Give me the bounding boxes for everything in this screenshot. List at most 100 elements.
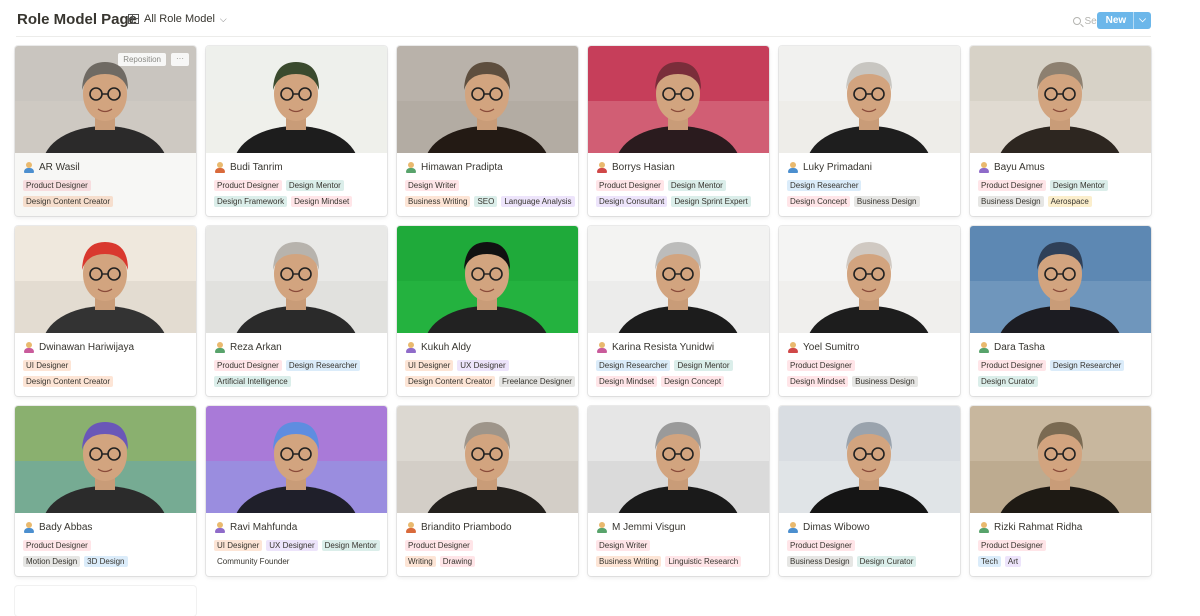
tag: Drawing <box>439 556 476 567</box>
expertise-tags: Design Mindset Design Concept <box>588 376 769 387</box>
expertise-tags: Design Framework Design Mindset <box>206 196 387 207</box>
tag: Design Curator <box>978 376 1038 387</box>
card-title-row: Dwinawan Hariwijaya <box>15 333 196 355</box>
role-tags: Design Writer <box>588 540 769 551</box>
tag: Business Writing <box>405 196 471 207</box>
card-name: Budi Tanrim <box>230 162 283 173</box>
tag: Design Content Creator <box>23 196 114 207</box>
person-icon <box>788 342 798 353</box>
tag: Design Mindset <box>596 376 658 387</box>
card-cover <box>397 406 578 513</box>
gallery-card[interactable]: Dara Tasha Product Designer Design Researc… <box>970 226 1151 396</box>
card-title-row: Yoel Sumitro <box>779 333 960 355</box>
gallery-card[interactable]: Dwinawan Hariwijaya UI Designer Design Con… <box>15 226 196 396</box>
card-title-row: AR Wasil <box>15 153 196 175</box>
tag: Product Designer <box>978 180 1046 191</box>
tag: Business Design <box>787 556 853 567</box>
tag: Tech <box>978 556 1001 567</box>
new-button-group: New ⌵ <box>1096 12 1151 29</box>
gallery-card[interactable]: Briandito Priambodo Product Designer Writi… <box>397 406 578 576</box>
gallery-card[interactable]: Budi Tanrim Product Designer Design Mentor… <box>206 46 387 216</box>
cover-photo <box>588 226 769 333</box>
tag: Design Sprint Expert <box>671 196 751 207</box>
tag: Design Curator <box>856 556 917 567</box>
card-title-row: Bayu Amus <box>970 153 1151 175</box>
gallery-card[interactable]: M Jemmi Visgun Design Writer Business Writ… <box>588 406 769 576</box>
tag: SEO <box>474 196 498 207</box>
view-switcher[interactable]: All Role Model ⌵ <box>128 13 227 25</box>
card-cover <box>779 406 960 513</box>
card-name: Kukuh Aldy <box>421 342 472 353</box>
gallery-card[interactable]: Ravi Mahfunda UI Designer UX Designer Desig… <box>206 406 387 576</box>
tag: Business Writing <box>596 556 662 567</box>
role-tags: Design Researcher <box>779 180 960 191</box>
reposition-button[interactable]: Reposition <box>118 53 166 66</box>
person-icon <box>24 162 34 173</box>
gallery-view-icon <box>128 14 139 24</box>
tag: Aerospace <box>1047 196 1092 207</box>
tag: Design Researcher <box>596 360 671 371</box>
gallery-card[interactable]: Reza Arkan Product Designer Design Researc… <box>206 226 387 396</box>
tag: Design Researcher <box>285 360 361 371</box>
card-more-icon[interactable]: ··· <box>171 53 189 66</box>
tag: UI Designer <box>23 360 72 371</box>
expertise-tags: Community Founder <box>206 556 387 567</box>
cover-photo <box>15 226 196 333</box>
new-dropdown-icon[interactable]: ⌵ <box>1133 12 1151 29</box>
card-title-row: Rizki Rahmat Ridha <box>970 513 1151 535</box>
expertise-tags: Writing Drawing <box>397 556 578 567</box>
tag: Product Designer <box>596 180 664 191</box>
gallery-card[interactable]: Yoel Sumitro Product Designer Design Minds… <box>779 226 960 396</box>
role-tags: Product Designer Design Researcher <box>206 360 387 371</box>
card-cover <box>206 406 387 513</box>
cover-photo <box>15 406 196 513</box>
tag: Design Researcher <box>787 180 862 191</box>
cover-photo <box>588 406 769 513</box>
expertise-tags: Motion Design 3D Design <box>15 556 196 567</box>
cover-photo <box>779 406 960 513</box>
gallery-card[interactable]: Himawan Pradipta Design Writer Business Wr… <box>397 46 578 216</box>
card-title-row: Briandito Priambodo <box>397 513 578 535</box>
role-tags: Product Designer <box>397 540 578 551</box>
expertise-tags: Business Writing SEO Language Analysis <box>397 196 578 207</box>
expertise-tags: Design Content Creator <box>15 196 196 207</box>
card-name: Yoel Sumitro <box>803 342 860 353</box>
cover-photo <box>970 46 1151 153</box>
tag: Design Mentor <box>667 180 726 191</box>
cover-photo <box>970 406 1151 513</box>
person-icon <box>597 162 607 173</box>
card-cover <box>397 226 578 333</box>
gallery-card[interactable]: Kukuh Aldy UI Designer UX Designer Design C… <box>397 226 578 396</box>
gallery-card[interactable]: Luky Primadani Design Researcher Design Co… <box>779 46 960 216</box>
gallery-card[interactable]: Reposition ··· AR Wasil Product Designer Des… <box>15 46 196 216</box>
gallery-card[interactable]: Dimas Wibowo Product Designer Business Des… <box>779 406 960 576</box>
gallery-card[interactable]: Rizki Rahmat Ridha Product Designer Tech Ar… <box>970 406 1151 576</box>
expertise-tags: Tech Art <box>970 556 1151 567</box>
new-button[interactable]: New <box>1097 12 1134 29</box>
card-title-row: Dimas Wibowo <box>779 513 960 535</box>
header-divider <box>16 36 1151 37</box>
tag: Product Designer <box>978 540 1046 551</box>
card-title-row: Karina Resista Yunidwi <box>588 333 769 355</box>
tag: 3D Design <box>84 556 128 567</box>
card-cover <box>588 46 769 153</box>
role-tags: Product Designer Design Mentor <box>970 180 1151 191</box>
gallery-card[interactable]: Bayu Amus Product Designer Design Mentor Bu… <box>970 46 1151 216</box>
gallery-card[interactable]: Karina Resista Yunidwi Design Researcher D… <box>588 226 769 396</box>
tag: Product Designer <box>214 180 282 191</box>
cover-photo <box>206 46 387 153</box>
expertise-tags: Design Mindset Business Design <box>779 376 960 387</box>
tag: Product Designer <box>23 540 91 551</box>
tag: Design Writer <box>405 180 460 191</box>
card-name: Borrys Hasian <box>612 162 675 173</box>
role-tags: Product Designer Design Researcher <box>970 360 1151 371</box>
card-cover <box>15 226 196 333</box>
card-name: Ravi Mahfunda <box>230 522 298 533</box>
expertise-tags: Business Writing Linguistic Research <box>588 556 769 567</box>
search-icon <box>1072 17 1081 25</box>
card-title-row: Ravi Mahfunda <box>206 513 387 535</box>
gallery-card[interactable]: Bady Abbas Product Designer Motion Design 3… <box>15 406 196 576</box>
page-title: Role Model Page <box>17 11 138 28</box>
gallery-card[interactable]: Borrys Hasian Product Designer Design Ment… <box>588 46 769 216</box>
card-cover <box>970 406 1151 513</box>
